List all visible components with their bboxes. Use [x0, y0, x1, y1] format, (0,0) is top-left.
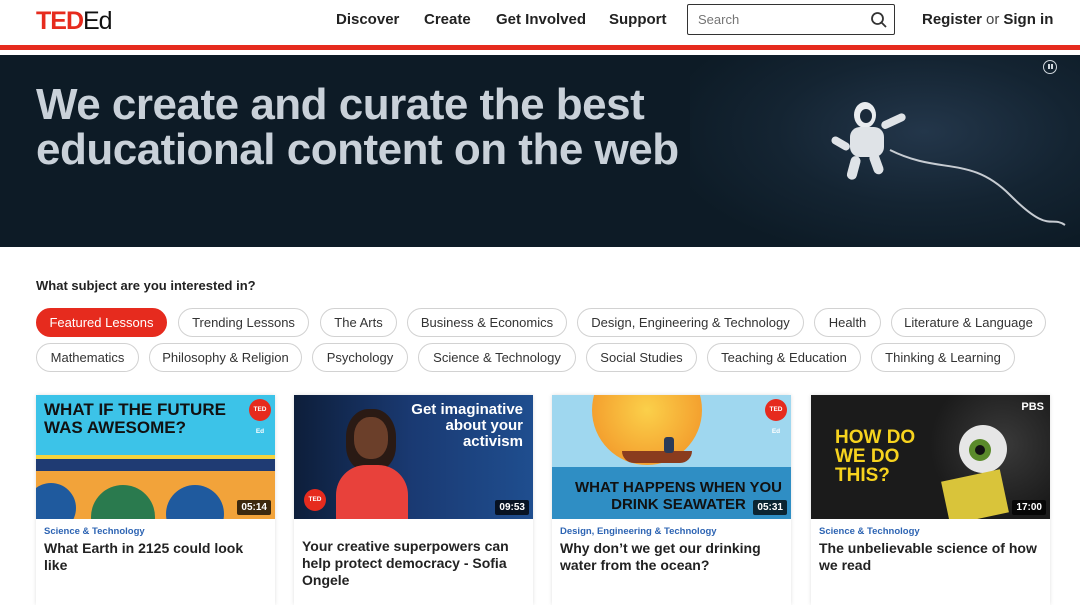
chip-featured-lessons[interactable]: Featured Lessons [36, 308, 167, 337]
pause-icon[interactable] [1043, 60, 1057, 74]
lesson-card[interactable]: Get imaginative about your activism TED … [294, 395, 533, 605]
chip-teaching-education[interactable]: Teaching & Education [707, 343, 861, 372]
chip-social-studies[interactable]: Social Studies [586, 343, 697, 372]
lesson-thumbnail[interactable]: Get imaginative about your activism TED … [294, 395, 533, 519]
lesson-category[interactable]: Science & Technology [44, 526, 145, 537]
hero-banner: We create and curate the best educationa… [0, 55, 1080, 247]
lesson-thumbnail[interactable]: HOW DO WE DO THIS? PBS 17:00 [811, 395, 1050, 519]
lesson-card[interactable]: WHAT HAPPENS WHEN YOU DRINK SEAWATER TED… [552, 395, 791, 605]
astronaut-illustration [831, 102, 1066, 226]
chip-literature-language[interactable]: Literature & Language [891, 308, 1046, 337]
lesson-card[interactable]: WHAT IF THE FUTURE WAS AWESOME? TED Ed 0… [36, 395, 275, 605]
nav-discover[interactable]: Discover [336, 11, 399, 28]
signin-link[interactable]: Sign in [1003, 11, 1053, 28]
duration-badge: 05:14 [237, 500, 271, 515]
thumbnail-text: WHAT IF THE FUTURE WAS AWESOME? [44, 400, 226, 437]
hero-title: We create and curate the best educationa… [36, 80, 679, 174]
chip-trending-lessons[interactable]: Trending Lessons [178, 308, 309, 337]
site-header: TEDEd Discover Create Get Involved Suppo… [0, 0, 1080, 50]
lesson-category[interactable]: Science & Technology [819, 526, 920, 537]
lesson-category[interactable]: Design, Engineering & Technology [560, 526, 717, 537]
chip-philosophy-religion[interactable]: Philosophy & Religion [149, 343, 302, 372]
nav-create[interactable]: Create [424, 11, 471, 28]
nav-support[interactable]: Support [609, 11, 667, 28]
chip-psychology[interactable]: Psychology [312, 343, 408, 372]
search-box [687, 4, 895, 35]
chip-science-technology[interactable]: Science & Technology [418, 343, 576, 372]
lesson-card[interactable]: HOW DO WE DO THIS? PBS 17:00 Science & T… [811, 395, 1050, 605]
nav-get-involved[interactable]: Get Involved [496, 11, 586, 28]
chip-the-arts[interactable]: The Arts [320, 308, 397, 337]
ted-ed-badge: TED Ed [249, 399, 271, 435]
ted-ed-logo[interactable]: TEDEd [36, 7, 113, 36]
chip-design-engineering-technology[interactable]: Design, Engineering & Technology [577, 308, 804, 337]
auth-or: or [986, 11, 1000, 28]
lesson-title[interactable]: What Earth in 2125 could look like [44, 540, 266, 574]
search-input[interactable] [688, 5, 858, 34]
thumbnail-text: Get imaginative about your activism [411, 401, 523, 450]
ted-badge: TED [304, 489, 326, 511]
lesson-thumbnail[interactable]: WHAT HAPPENS WHEN YOU DRINK SEAWATER TED… [552, 395, 791, 519]
search-icon[interactable] [870, 11, 888, 29]
duration-badge: 17:00 [1012, 500, 1046, 515]
ted-ed-badge: TED Ed [765, 399, 787, 435]
lesson-title[interactable]: Your creative superpowers can help prote… [302, 538, 524, 589]
chip-thinking-learning[interactable]: Thinking & Learning [871, 343, 1015, 372]
chip-mathematics[interactable]: Mathematics [36, 343, 139, 372]
chip-business-economics[interactable]: Business & Economics [407, 308, 567, 337]
duration-badge: 09:53 [495, 500, 529, 515]
duration-badge: 05:31 [753, 500, 787, 515]
lesson-thumbnail[interactable]: WHAT IF THE FUTURE WAS AWESOME? TED Ed 0… [36, 395, 275, 519]
subject-question: What subject are you interested in? [36, 278, 256, 293]
lesson-title[interactable]: The unbelievable science of how we read [819, 540, 1041, 574]
register-link[interactable]: Register [922, 11, 982, 28]
thumbnail-text: HOW DO WE DO THIS? [835, 427, 916, 486]
lesson-title[interactable]: Why don’t we get our drinking water from… [560, 540, 782, 574]
pbs-logo: PBS [1021, 401, 1044, 413]
auth-links: Register or Sign in [922, 11, 1053, 28]
chip-health[interactable]: Health [814, 308, 881, 337]
